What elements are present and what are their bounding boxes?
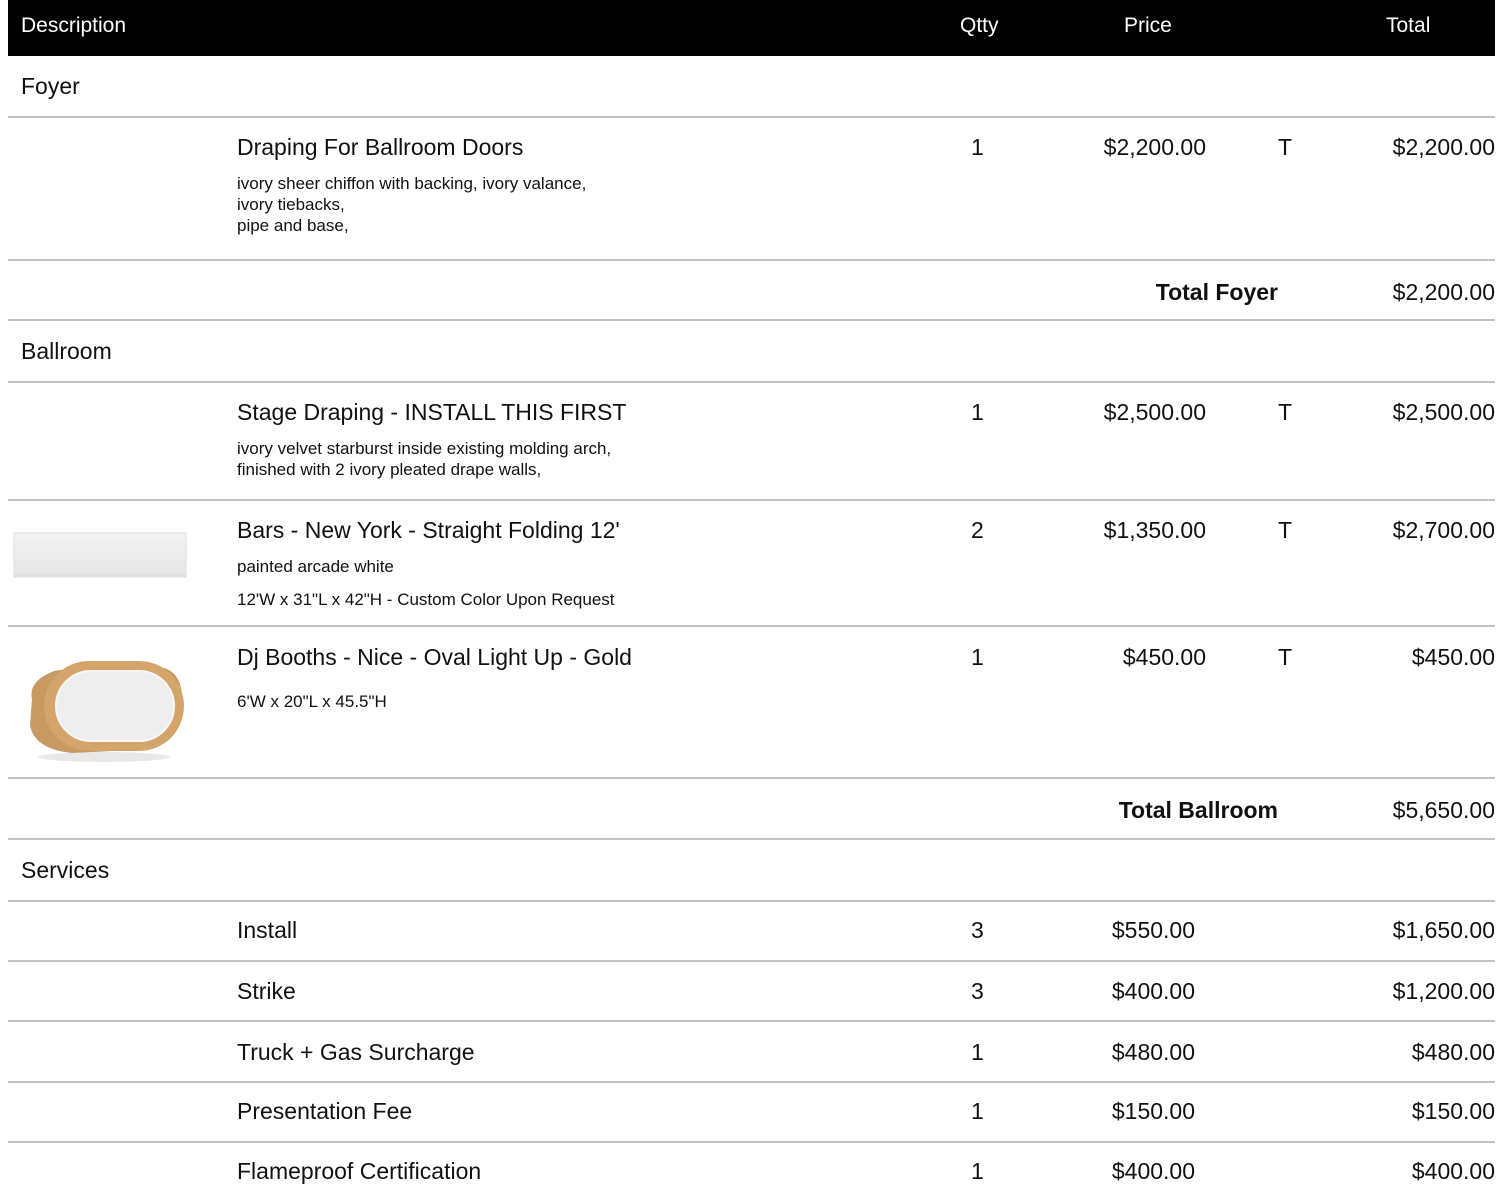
table-row: Draping For Ballroom Doors ivory sheer c…: [8, 118, 1495, 261]
header-price: Price: [1124, 14, 1172, 37]
item-name: Presentation Fee: [237, 1098, 413, 1124]
item-total: $1,650.00: [1392, 917, 1495, 943]
item-total: $2,700.00: [1392, 517, 1495, 543]
item-name: Stage Draping - INSTALL THIS FIRST: [237, 399, 627, 425]
item-description: ivory sheer chiffon with backing, ivory …: [237, 174, 587, 235]
white-folding-bar-image: [10, 531, 190, 579]
item-name: Draping For Ballroom Doors: [237, 134, 524, 160]
item-tax-flag: T: [1278, 399, 1293, 425]
item-total: $400.00: [1411, 1158, 1495, 1184]
item-qty: 1: [971, 1039, 984, 1065]
table-row: Bars - New York - Straight Folding 12' p…: [8, 501, 1495, 627]
header-description: Description: [21, 14, 127, 37]
item-qty: 3: [971, 978, 984, 1004]
item-qty: 1: [971, 1098, 984, 1124]
item-name: Bars - New York - Straight Folding 12': [237, 517, 620, 543]
item-name: Flameproof Certification: [237, 1158, 482, 1184]
section-title: Foyer: [21, 73, 80, 99]
item-total: $1,200.00: [1392, 978, 1495, 1004]
item-price: $2,500.00: [1103, 399, 1206, 425]
item-price: $480.00: [1111, 1039, 1195, 1065]
gold-oval-dj-booth-image: [20, 641, 188, 767]
item-qty: 1: [971, 644, 984, 670]
section-total-label: Total Ballroom: [1118, 797, 1278, 823]
item-total: $450.00: [1411, 644, 1495, 670]
section-total-foyer: Total Foyer $2,200.00: [8, 261, 1495, 321]
section-title: Services: [21, 857, 110, 883]
item-tax-flag: T: [1278, 517, 1293, 543]
table-row: Strike 3 $400.00 $1,200.00: [8, 962, 1495, 1022]
item-qty: 1: [971, 399, 984, 425]
item-price: $400.00: [1111, 978, 1195, 1004]
section-total-value: $2,200.00: [1392, 279, 1495, 305]
header-total: Total: [1386, 14, 1431, 37]
item-total: $150.00: [1411, 1098, 1495, 1124]
item-total: $2,500.00: [1392, 399, 1495, 425]
table-header: Description Qtty Price Total: [8, 0, 1495, 56]
section-total-label: Total Foyer: [1155, 279, 1278, 305]
item-name: Dj Booths - Nice - Oval Light Up - Gold: [237, 644, 632, 670]
section-title: Ballroom: [21, 338, 112, 364]
item-tax-flag: T: [1278, 644, 1293, 670]
item-total: $480.00: [1411, 1039, 1495, 1065]
item-price: $550.00: [1111, 917, 1195, 943]
item-qty: 1: [971, 1158, 984, 1184]
item-price: $450.00: [1122, 644, 1206, 670]
section-header-ballroom: Ballroom: [8, 321, 1495, 383]
item-dimensions: 12'W x 31"L x 42"H - Custom Color Upon R…: [237, 590, 615, 609]
item-name: Truck + Gas Surcharge: [237, 1039, 475, 1065]
item-price: $2,200.00: [1103, 134, 1206, 160]
item-name: Install: [237, 917, 298, 943]
item-name: Strike: [237, 978, 296, 1004]
section-total-value: $5,650.00: [1392, 797, 1495, 823]
section-header-services: Services: [8, 840, 1495, 902]
item-description: painted arcade white: [237, 557, 394, 576]
table-row: Stage Draping - INSTALL THIS FIRST ivory…: [8, 383, 1495, 501]
item-price: $150.00: [1111, 1098, 1195, 1124]
item-price: $1,350.00: [1103, 517, 1206, 543]
item-description: ivory velvet starburst inside existing m…: [237, 439, 612, 479]
item-total: $2,200.00: [1392, 134, 1495, 160]
section-total-ballroom: Total Ballroom $5,650.00: [8, 779, 1495, 840]
table-row: Flameproof Certification 1 $400.00 $400.…: [8, 1143, 1495, 1189]
item-qty: 3: [971, 917, 984, 943]
table-row: Dj Booths - Nice - Oval Light Up - Gold …: [8, 627, 1495, 779]
item-qty: 2: [971, 517, 984, 543]
table-row: Truck + Gas Surcharge 1 $480.00 $480.00: [8, 1022, 1495, 1083]
item-qty: 1: [971, 134, 984, 160]
item-dimensions: 6'W x 20"L x 45.5"H: [237, 692, 387, 711]
section-header-foyer: Foyer: [8, 56, 1495, 118]
item-price: $400.00: [1111, 1158, 1195, 1184]
table-row: Presentation Fee 1 $150.00 $150.00: [8, 1083, 1495, 1143]
item-tax-flag: T: [1278, 134, 1293, 160]
header-qty: Qtty: [960, 14, 999, 37]
table-row: Install 3 $550.00 $1,650.00: [8, 902, 1495, 962]
